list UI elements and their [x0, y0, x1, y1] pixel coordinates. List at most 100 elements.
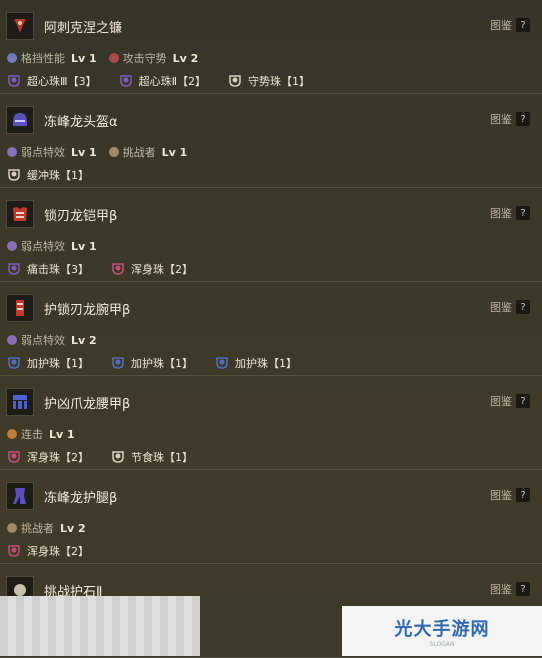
skill-name: 挑战者	[21, 522, 54, 535]
decoration-list: 加护珠【1】 加护珠【1】 加护珠【1】	[7, 355, 319, 371]
decoration-entry: 浑身珠【2】	[111, 261, 193, 277]
item-header: 冻峰龙头盔α	[6, 104, 118, 136]
decoration-slot-1-icon	[7, 168, 21, 182]
skill-list: 弱点特效 Lv 1	[7, 238, 109, 254]
arm-armor-icon	[6, 294, 34, 322]
encyclopedia-button[interactable]: 图鉴?	[490, 299, 530, 315]
skill-icon	[7, 335, 17, 345]
scythe-weapon-icon	[6, 12, 34, 40]
skill-entry: 弱点特效 Lv 1	[7, 238, 97, 254]
skill-level: Lv 2	[71, 333, 97, 347]
help-icon[interactable]: ?	[516, 18, 530, 32]
decoration-list: 缓冲珠【1】	[7, 167, 111, 183]
help-icon[interactable]: ?	[516, 394, 530, 408]
encyclopedia-button[interactable]: 图鉴?	[490, 17, 530, 33]
equipment-item[interactable]: 冻峰龙护腿β 图鉴? 挑战者 Lv 2 浑身珠【2】	[0, 470, 542, 564]
watermark-sub: SLOGAN	[429, 640, 455, 648]
skill-name: 挑战者	[122, 146, 156, 159]
decoration-slot-1-icon	[7, 356, 21, 370]
item-name: 护凶爪龙腰甲β	[44, 396, 131, 412]
decoration-entry: 超心珠Ⅲ【3】	[7, 73, 97, 89]
encyclopedia-label: 图鉴	[490, 583, 512, 596]
item-name: 冻峰龙护腿β	[44, 490, 118, 506]
decoration-name: 痛击珠【3】	[27, 263, 89, 276]
equipment-item[interactable]: 锁刃龙铠甲β 图鉴? 弱点特效 Lv 1 痛击珠【3】 浑身珠【2】	[0, 188, 542, 282]
helmet-icon	[6, 106, 34, 134]
skill-list: 弱点特效 Lv 2	[7, 332, 109, 348]
help-icon[interactable]: ?	[516, 300, 530, 314]
encyclopedia-button[interactable]: 图鉴?	[490, 581, 530, 597]
skill-level: Lv 2	[60, 521, 86, 535]
decoration-name: 节食珠【1】	[131, 451, 193, 464]
encyclopedia-label: 图鉴	[490, 395, 512, 408]
skill-name: 格挡性能	[21, 52, 65, 65]
decoration-name: 缓冲珠【1】	[27, 169, 89, 182]
decoration-slot-3-icon	[7, 262, 21, 276]
watermark-logo: 光大手游网 SLOGAN	[342, 606, 542, 656]
equipment-item[interactable]: 冻峰龙头盔α 图鉴? 弱点特效 Lv 1 挑战者 Lv 1 缓冲珠【1】	[0, 94, 542, 188]
help-icon[interactable]: ?	[516, 488, 530, 502]
skill-icon	[7, 147, 17, 157]
equipment-list: 阿刺克涅之镰 图鉴? 格挡性能 Lv 1 攻击守势 Lv 2 超心珠Ⅲ【3】 超心珠Ⅱ【2】守…	[0, 0, 542, 658]
decoration-entry: 节食珠【1】	[111, 449, 193, 465]
decoration-list: 浑身珠【2】 节食珠【1】	[7, 449, 215, 465]
equipment-item[interactable]: 护凶爪龙腰甲β 图鉴? 连击 Lv 1 浑身珠【2】 节食珠【1】	[0, 376, 542, 470]
decoration-name: 守势珠【1】	[248, 75, 311, 88]
equipment-item[interactable]: 护锁刃龙腕甲β 图鉴? 弱点特效 Lv 2 加护珠【1】 加护珠【1】 加护珠【1】	[0, 282, 542, 376]
item-name: 冻峰龙头盔α	[44, 114, 118, 130]
encyclopedia-button[interactable]: 图鉴?	[490, 111, 530, 127]
decoration-entry: 加护珠【1】	[215, 355, 297, 371]
decoration-slot-1-icon	[111, 356, 125, 370]
watermark-text: 光大手游网	[394, 618, 490, 640]
skill-icon	[7, 523, 17, 533]
encyclopedia-button[interactable]: 图鉴?	[490, 393, 530, 409]
skill-entry: 挑战者 Lv 1	[108, 144, 187, 160]
encyclopedia-button[interactable]: 图鉴?	[490, 487, 530, 503]
help-icon[interactable]: ?	[516, 112, 530, 126]
equipment-item[interactable]: 阿刺克涅之镰 图鉴? 格挡性能 Lv 1 攻击守势 Lv 2 超心珠Ⅲ【3】 超心珠Ⅱ【2】 守…	[0, 0, 542, 94]
help-icon[interactable]: ?	[516, 206, 530, 220]
decoration-slot-3-icon	[7, 74, 21, 88]
skill-list: 弱点特效 Lv 1 挑战者 Lv 1	[7, 144, 199, 160]
skill-list: 连击 Lv 1	[7, 426, 87, 442]
skill-entry: 挑战者 Lv 2	[7, 520, 86, 536]
decoration-slot-2-icon	[7, 450, 21, 464]
decoration-slot-2-icon	[111, 262, 125, 276]
encyclopedia-button[interactable]: 图鉴?	[490, 205, 530, 221]
encyclopedia-label: 图鉴	[490, 113, 512, 126]
help-icon[interactable]: ?	[516, 582, 530, 596]
decoration-name: 加护珠【1】	[131, 357, 193, 370]
decoration-entry: 浑身珠【2】	[7, 543, 89, 559]
item-header: 护凶爪龙腰甲β	[6, 386, 130, 418]
item-header: 护锁刃龙腕甲β	[6, 292, 130, 324]
encyclopedia-label: 图鉴	[490, 207, 512, 220]
skill-name: 弱点特效	[21, 240, 65, 253]
skill-icon	[7, 241, 17, 251]
skill-name: 连击	[21, 428, 43, 441]
item-header: 锁刃龙铠甲β	[6, 198, 117, 230]
decoration-slot-1-icon	[215, 356, 229, 370]
waist-armor-icon	[6, 388, 34, 416]
skill-entry: 攻击守势 Lv 2	[108, 50, 198, 66]
skill-level: Lv 1	[49, 427, 75, 441]
skill-icon	[108, 53, 119, 63]
skill-name: 弱点特效	[21, 146, 65, 159]
skill-icon	[7, 429, 17, 439]
encyclopedia-label: 图鉴	[490, 19, 512, 32]
skill-level: Lv 1	[71, 145, 97, 159]
skill-level: Lv 1	[71, 51, 97, 65]
decoration-name: 加护珠【1】	[235, 357, 297, 370]
decoration-entry: 加护珠【1】	[7, 355, 89, 371]
skill-name: 攻击守势	[122, 52, 167, 65]
encyclopedia-label: 图鉴	[490, 301, 512, 314]
skill-level: Lv 1	[71, 239, 97, 253]
decoration-entry: 守势珠【1】	[228, 73, 310, 89]
decoration-entry: 缓冲珠【1】	[7, 167, 89, 183]
decoration-entry: 超心珠Ⅱ【2】	[119, 73, 206, 89]
decoration-name: 加护珠【1】	[27, 357, 89, 370]
chest-armor-icon	[6, 200, 34, 228]
blurred-region	[0, 596, 200, 656]
skill-entry: 弱点特效 Lv 2	[7, 332, 97, 348]
item-name: 护锁刃龙腕甲β	[44, 302, 131, 318]
skill-list: 挑战者 Lv 2	[7, 520, 98, 536]
